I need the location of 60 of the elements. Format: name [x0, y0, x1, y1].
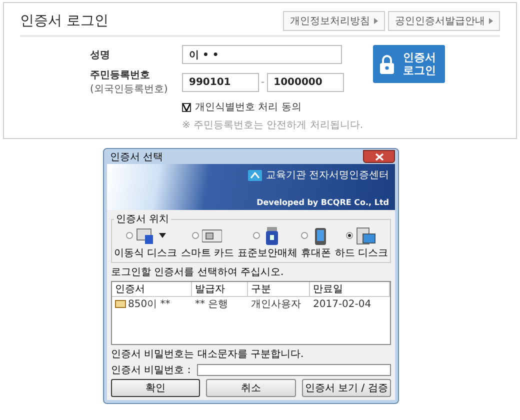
location-option[interactable]: 이동식 디스크 [114, 226, 178, 260]
radio-button[interactable] [126, 232, 133, 239]
location-option[interactable]: 휴대폰 [301, 226, 332, 260]
table-cell-text: ** 은행 [195, 298, 228, 311]
check-icon [183, 104, 190, 110]
name-field[interactable]: 이 • • [182, 45, 342, 64]
option-label: 스마트 카드 [180, 247, 234, 260]
harddisk-device-icon [356, 226, 376, 244]
consent-label: 개인식별번호 처리 동의 [195, 101, 302, 114]
dialog-button[interactable]: 확인 [111, 379, 200, 397]
location-option[interactable]: 표준보안매체 [238, 226, 298, 260]
option-label: 휴대폰 [301, 247, 332, 260]
consent-checkbox[interactable] [182, 102, 191, 112]
option-label: 하드 디스크 [334, 247, 388, 260]
column-header[interactable]: 구분 [248, 282, 310, 297]
logo-icon [248, 170, 262, 180]
arrow-icon [374, 18, 378, 24]
dialog-button[interactable]: 취소 [206, 379, 296, 397]
table-cell-text: 개인사용자 [251, 298, 301, 311]
id-first-field[interactable]: 990101 [182, 72, 259, 92]
option-label: 표준보안매체 [238, 247, 298, 260]
link-button[interactable]: 공인인증서발급안내 [388, 11, 500, 31]
lock-icon [379, 54, 396, 74]
location-option[interactable]: 하드 디스크 [334, 226, 388, 260]
field-sublabel: (외국인등록번호) [90, 83, 169, 96]
password-note: 인증서 비밀번호는 대소문자를 구분합니다. [111, 348, 305, 361]
column-header[interactable]: 발급자 [192, 282, 248, 297]
field-label: 인증서 비밀번호 : [111, 364, 191, 377]
field-label: 성명 [90, 48, 111, 62]
close-icon [374, 152, 384, 160]
banner-title: 교육기관 전자서명인증센터 [266, 169, 389, 182]
banner-credit: Developed by BCQRE Co., Ltd [256, 198, 389, 207]
page-title: 인증서 로그인 [20, 12, 108, 30]
option-label: 이동식 디스크 [114, 247, 178, 260]
arrow-icon [489, 18, 493, 24]
prompt-text: 로그인할 인증서를 선택하여 주십시오. [111, 266, 285, 279]
certificate-icon [115, 300, 126, 308]
note-text: ※ 주민등록번호는 안전하게 처리됩니다. [182, 119, 364, 132]
window-title: 인증서 선택 [109, 150, 164, 164]
location-option[interactable]: 스마트 카드 [180, 226, 234, 260]
id-second-field[interactable]: 1000000 [266, 72, 344, 92]
login-button[interactable]: 인증서 로그인 [373, 45, 446, 83]
column-header[interactable]: 만료일 [310, 282, 390, 297]
column-header[interactable]: 인증서 [112, 282, 192, 297]
link-button[interactable]: 개인정보처리방침 [283, 11, 385, 31]
radio-button[interactable] [346, 232, 354, 239]
radio-button[interactable] [192, 232, 200, 239]
dialog-button[interactable]: 인증서 보기 / 검증 [302, 379, 391, 397]
radio-button[interactable] [301, 232, 308, 239]
smartcard-device-icon [202, 226, 222, 244]
certificate-row[interactable]: 850이 ** ** 은행 개인사용자 2017-02-04 [112, 297, 390, 311]
separator-text: - [261, 76, 265, 88]
close-button[interactable] [363, 150, 395, 163]
password-field[interactable] [196, 364, 391, 376]
radio-button[interactable] [252, 232, 260, 239]
table-cell-text: 850이 ** [128, 298, 170, 311]
field-label: 주민등록번호 [90, 69, 151, 82]
table-cell: 2017-02-04 [313, 298, 372, 310]
group-title: 인증서 위치 [115, 213, 170, 226]
caret-icon [158, 233, 166, 238]
